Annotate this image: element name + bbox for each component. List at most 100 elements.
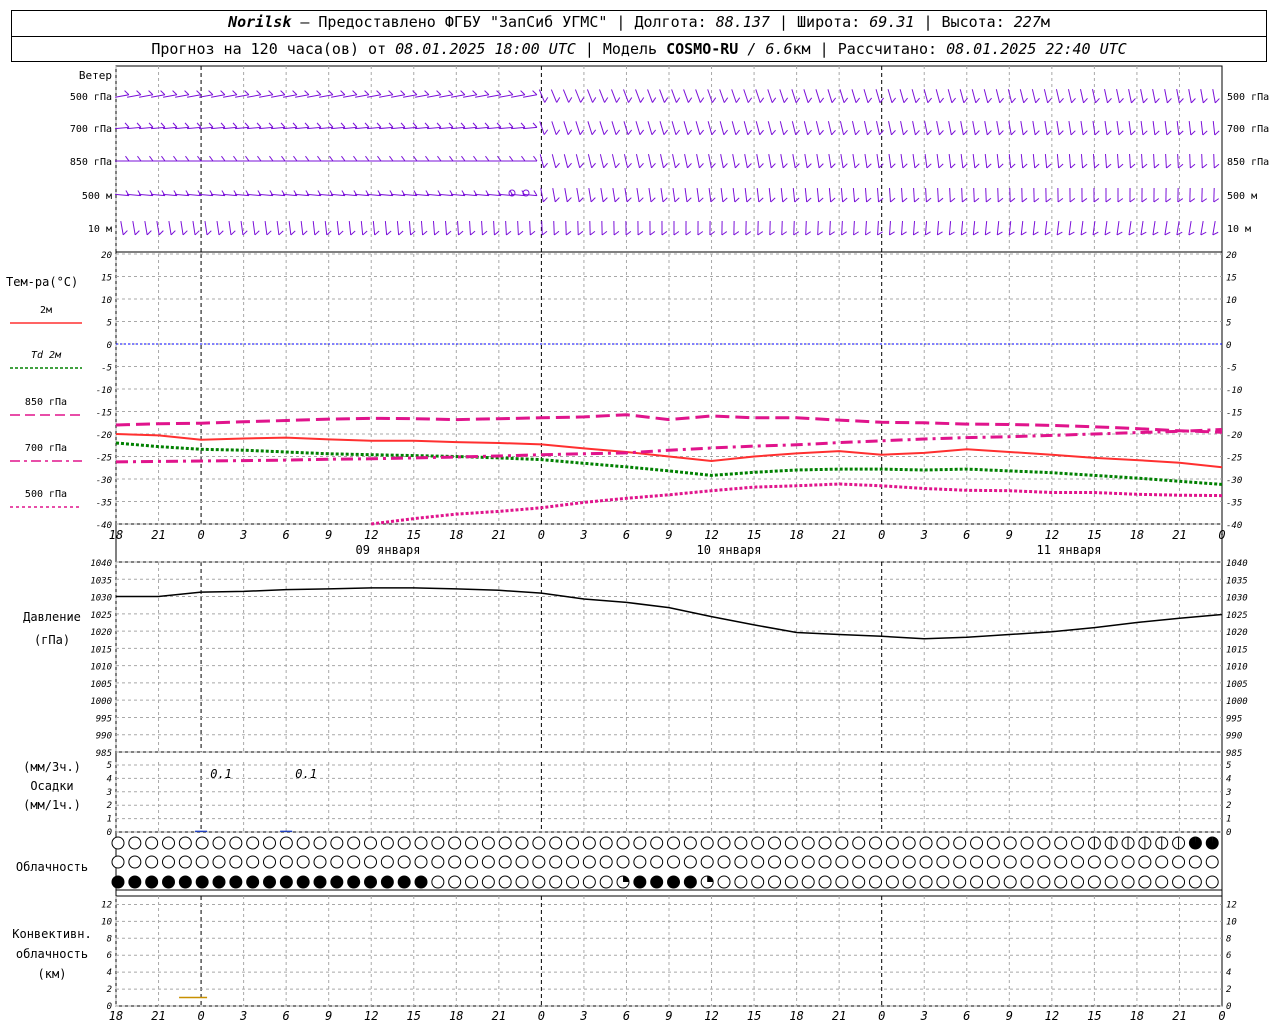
wind-barb-feather	[747, 97, 753, 103]
wind-barb	[342, 126, 358, 130]
wind-barb	[1080, 220, 1084, 236]
cloud-symbol	[953, 836, 967, 850]
wind-barb	[550, 89, 558, 103]
wind-barb	[517, 220, 519, 236]
x-tick-label-bottom: 12	[364, 1009, 378, 1023]
wind-barb	[295, 94, 309, 98]
wind-barb-feather	[553, 230, 560, 236]
cloud-symbol-full	[279, 875, 293, 889]
cloud-symbol	[1104, 855, 1118, 869]
x-tick-label-bottom: 15	[407, 1009, 421, 1023]
cloud-symbol	[313, 836, 327, 850]
x-tick-label-bottom: 18	[449, 1009, 463, 1023]
wind-barb	[660, 154, 664, 168]
x-tick-label-mid: 12	[364, 528, 378, 542]
wind-barb-feather	[1105, 198, 1112, 203]
wind-barb-feather	[649, 231, 656, 236]
conv-tick-right: 8	[1226, 934, 1231, 944]
cloud-symbol	[869, 836, 883, 850]
temp-tick-left: -15	[96, 409, 112, 419]
wind-barb	[912, 153, 916, 169]
precip-unit-3h: (мм/3ч.)	[23, 760, 81, 774]
cloud-symbol	[818, 836, 832, 850]
cloud-symbol	[986, 836, 1000, 850]
wind-barb-feather	[734, 163, 740, 169]
wind-barb	[574, 89, 582, 103]
wind-barb-feather	[437, 155, 442, 162]
wind-barb	[294, 126, 310, 130]
wind-barb	[457, 220, 459, 236]
wind-barb-feather	[436, 90, 442, 96]
cloud-symbol-full	[313, 875, 327, 889]
wind-barb	[264, 220, 268, 236]
wind-barb-feather	[424, 122, 430, 128]
conv-tick-right: 0	[1226, 1002, 1231, 1012]
wind-level-label-left: 500 гПа	[70, 92, 112, 103]
wind-barb	[901, 187, 903, 203]
wind-barb-feather	[1046, 163, 1052, 169]
cloud-symbol	[279, 836, 293, 850]
wind-barb-feather	[1070, 163, 1076, 169]
wind-barb	[1164, 120, 1168, 136]
wind-barb-feather	[532, 90, 538, 96]
wind-barb	[1188, 221, 1192, 235]
wind-barb-feather	[425, 155, 430, 162]
wind-level-label-left: 700 гПа	[70, 124, 112, 135]
wind-barb-feather	[866, 163, 872, 169]
wind-barb-feather	[209, 155, 214, 162]
wind-barb-feather	[338, 230, 344, 236]
wind-barb-feather	[1023, 97, 1028, 104]
wind-barb	[899, 89, 905, 103]
temp-tick-left: 10	[101, 296, 112, 306]
wind-barb-feather	[651, 129, 657, 136]
x-tick-label-mid: 18	[449, 528, 463, 542]
wind-barb-feather	[1117, 198, 1124, 203]
wind-barb-feather	[746, 197, 752, 203]
cloud-symbol-part	[707, 876, 714, 882]
wind-barb-feather	[580, 97, 585, 103]
wind-barb-feather	[388, 90, 394, 96]
x-tick-label-mid: 15	[407, 528, 421, 542]
wind-barb-feather	[340, 90, 346, 96]
x-tick-label-mid: 21	[1172, 528, 1186, 542]
x-tick-label-mid: 6	[963, 528, 970, 542]
wind-barb	[258, 126, 274, 130]
wind-barb	[755, 121, 761, 135]
wind-barb-feather	[711, 97, 717, 103]
cloud-symbol	[111, 836, 125, 850]
wind-barb	[126, 126, 142, 130]
wind-barb-feather	[541, 230, 548, 236]
conv-tick-right: 2	[1226, 985, 1231, 995]
cloud-symbol	[1037, 836, 1051, 850]
cloud-symbol	[279, 855, 293, 869]
wind-barb-feather	[843, 129, 848, 136]
cloud-symbol-full	[364, 875, 378, 889]
wind-barb-feather	[1057, 197, 1064, 203]
wind-barb	[900, 121, 904, 135]
wind-barb-feather	[376, 122, 382, 128]
wind-barb-feather	[627, 162, 632, 169]
wind-barb-feather	[915, 97, 920, 104]
pressure-tick-right: 1005	[1226, 680, 1248, 690]
temp-tick-left: -20	[96, 431, 112, 441]
wind-barb-feather	[603, 129, 609, 135]
wind-barb	[865, 220, 867, 236]
cloud-symbol	[667, 836, 681, 850]
wind-barb-feather	[1045, 197, 1052, 203]
wind-barb	[551, 121, 557, 135]
wind-barb	[647, 89, 653, 103]
wind-barb-feather	[146, 230, 152, 236]
wind-barb-feather	[615, 129, 621, 135]
wind-barb-feather	[675, 163, 680, 169]
wind-barb-feather	[386, 230, 392, 236]
wind-barb-feather	[567, 129, 573, 135]
wind-barb-feather	[891, 97, 897, 104]
wind-barb-feather	[675, 97, 681, 103]
wind-barb	[499, 94, 513, 98]
wind-barb-feather	[410, 230, 416, 236]
precip-tick-left: 4	[107, 774, 112, 784]
wind-barb-feather	[758, 163, 764, 169]
wind-barb	[529, 220, 531, 236]
wind-barb-feather	[686, 197, 692, 203]
wind-barb-feather	[206, 230, 212, 236]
